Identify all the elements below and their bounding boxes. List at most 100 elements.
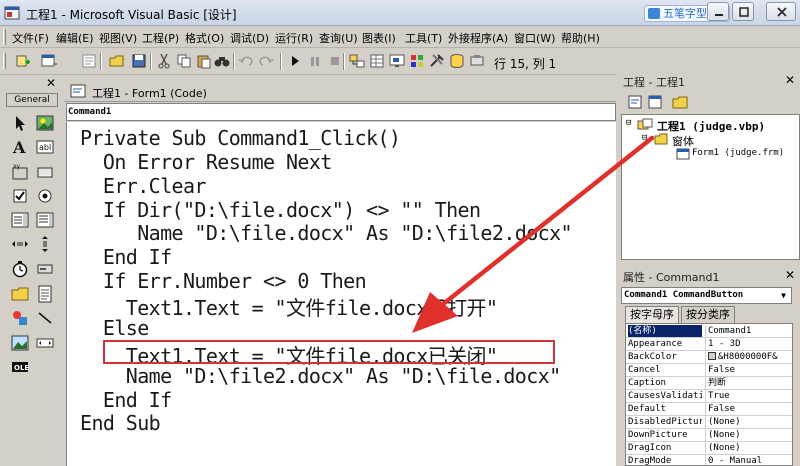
menu-editor-button[interactable] [80,52,98,70]
add-project-button[interactable] [14,52,32,70]
property-value[interactable]: False [705,403,791,415]
property-row[interactable]: Caption 判断 [626,377,792,390]
toolbar-grip[interactable] [3,53,6,69]
checkbox-tool[interactable] [10,186,30,206]
menu-file[interactable]: 文件(F) [12,30,49,46]
component-manager-button[interactable] [468,52,486,70]
property-row[interactable]: DisabledPictur (None) [626,416,792,429]
property-value[interactable]: 判断 [705,377,791,389]
picturebox-tool[interactable] [35,113,55,133]
view-code-icon[interactable] [627,94,643,110]
menu-window[interactable]: 窗口(W) [514,30,555,46]
listbox-tool[interactable] [35,210,55,230]
property-value[interactable]: (None) [705,442,791,454]
property-value[interactable]: 0 - Manual [705,455,791,465]
form-layout-button[interactable] [388,52,406,70]
menu-grip[interactable] [3,29,6,45]
data-view-button[interactable] [448,52,466,70]
menu-debug[interactable]: 调试(D) [230,30,269,46]
paste-button[interactable] [195,52,213,70]
optionbutton-tool[interactable] [35,186,55,206]
property-row[interactable]: Cancel False [626,364,792,377]
toggle-folders-icon[interactable] [672,94,688,110]
toolbox-button[interactable] [428,52,446,70]
copy-button[interactable] [175,52,193,70]
ole-tool[interactable]: OLE [10,357,30,377]
menu-edit[interactable]: 编辑(E) [56,30,94,46]
filelistbox-tool[interactable] [35,284,55,304]
property-row[interactable]: DownPicture (None) [626,429,792,442]
close-button[interactable] [766,2,796,21]
property-value[interactable]: 1 - 3D [705,338,791,350]
shape-tool[interactable] [10,308,30,328]
undo-button[interactable] [237,52,255,70]
property-value[interactable]: (None) [705,429,791,441]
object-browser-button[interactable] [408,52,426,70]
property-row[interactable]: DragIcon (None) [626,442,792,455]
tab-alphabetic[interactable]: 按字母序 [625,306,679,323]
property-row[interactable]: (名称) Command1 [626,325,792,338]
frame-tool[interactable]: xy [10,162,30,182]
pointer-tool[interactable] [10,113,30,133]
project-panel-close-icon[interactable]: ✕ [785,73,795,87]
property-value[interactable]: False [705,364,791,376]
menu-tools[interactable]: 工具(T) [405,30,442,46]
find-button[interactable] [213,52,231,70]
property-value[interactable]: True [705,390,791,402]
property-row[interactable]: CausesValidati True [626,390,792,403]
start-button[interactable] [286,52,304,70]
property-value[interactable]: (None) [705,416,791,428]
chevron-down-icon[interactable]: ▼ [777,289,790,302]
minimize-button[interactable] [707,2,729,21]
save-button[interactable] [130,52,148,70]
property-value[interactable]: Command1 [705,325,791,337]
project-root-item[interactable]: 工程1 (judge.vbp) [657,118,765,134]
tree-collapse-icon[interactable]: ⊟ [626,118,631,128]
property-row[interactable]: Default False [626,403,792,416]
hscrollbar-tool[interactable] [10,234,30,254]
open-button[interactable] [108,52,126,70]
menu-addins[interactable]: 外接程序(A) [448,30,508,46]
dirlistbox-tool[interactable] [10,284,30,304]
menu-view[interactable]: 视图(V) [99,30,137,46]
menu-help[interactable]: 帮助(H) [561,30,600,46]
menu-diagram[interactable]: 图表(I) [362,30,396,46]
vscrollbar-tool[interactable] [35,234,55,254]
project-explorer-button[interactable] [348,52,366,70]
drivelistbox-tool[interactable] [35,259,55,279]
add-form-button[interactable] [40,52,58,70]
menu-project[interactable]: 工程(P) [142,30,179,46]
toolbox-general-tab[interactable]: General [6,93,58,107]
code-editor[interactable]: Private Sub Command1_Click() On Error Re… [66,122,616,466]
properties-window-button[interactable] [368,52,386,70]
menu-format[interactable]: 格式(O) [185,30,224,46]
property-row[interactable]: Appearance 1 - 3D [626,338,792,351]
tab-categorized[interactable]: 按分类序 [681,306,735,323]
timer-tool[interactable] [10,259,30,279]
break-button[interactable] [306,52,324,70]
forms-folder-item[interactable]: 窗体 [672,133,694,149]
menu-run[interactable]: 运行(R) [275,30,313,46]
form1-item[interactable]: Form1 (judge.frm) [692,148,784,158]
property-row[interactable]: DragMode 0 - Manual [626,455,792,465]
commandbutton-tool[interactable] [35,162,55,182]
combobox-tool[interactable] [10,210,30,230]
tree-collapse-icon[interactable]: ⊟ [642,133,647,143]
object-dropdown[interactable]: Command1 [66,103,616,121]
menu-query[interactable]: 查询(U) [319,30,358,46]
textbox-tool[interactable]: abl [35,137,55,157]
maximize-button[interactable] [732,2,754,21]
image-tool[interactable] [10,333,30,353]
property-value[interactable]: &H8000000F& [705,351,791,363]
view-object-icon[interactable] [647,94,663,110]
redo-button[interactable] [257,52,275,70]
property-row[interactable]: BackColor &H8000000F& [626,351,792,364]
properties-panel-close-icon[interactable]: ✕ [785,268,795,282]
data-tool[interactable] [35,333,55,353]
toolbox-close-icon[interactable]: ✕ [46,77,58,89]
cut-button[interactable] [155,52,173,70]
label-tool[interactable]: A [10,137,30,157]
end-button[interactable] [326,52,344,70]
line-tool[interactable] [35,308,55,328]
properties-object-dropdown[interactable]: Command1 CommandButton ▼ [621,287,792,304]
